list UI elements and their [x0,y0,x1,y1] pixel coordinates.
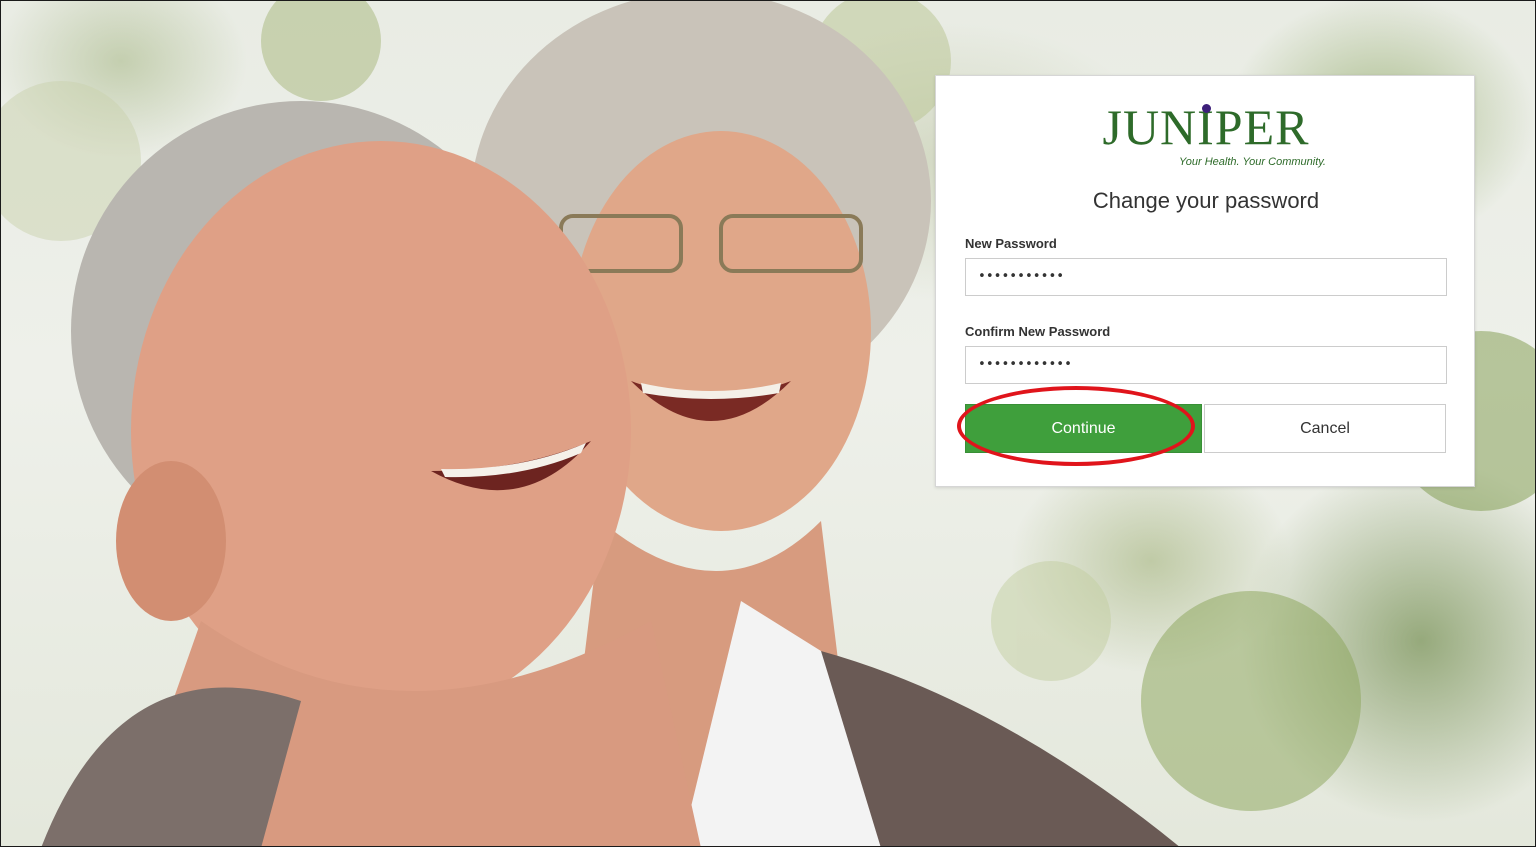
continue-button[interactable]: Continue [965,404,1202,453]
page-title: Change your password [1092,188,1320,213]
logo-tagline: Your Health. Your Community. [1179,156,1326,168]
confirm-password-label: Confirm New Password [965,324,1111,339]
change-password-card: JUNIPER Your Health. Your Community. Cha… [935,75,1475,487]
logo-dot-icon [1202,104,1211,113]
page-frame: JUNIPER Your Health. Your Community. Cha… [0,0,1536,847]
confirm-password-input[interactable]: •••••••••••• [965,346,1447,384]
new-password-input[interactable]: ••••••••••• [965,258,1447,296]
juniper-logo: JUNIPER Your Health. Your Community. [1086,90,1326,170]
cancel-button[interactable]: Cancel [1204,404,1446,453]
new-password-label: New Password [965,236,1057,251]
